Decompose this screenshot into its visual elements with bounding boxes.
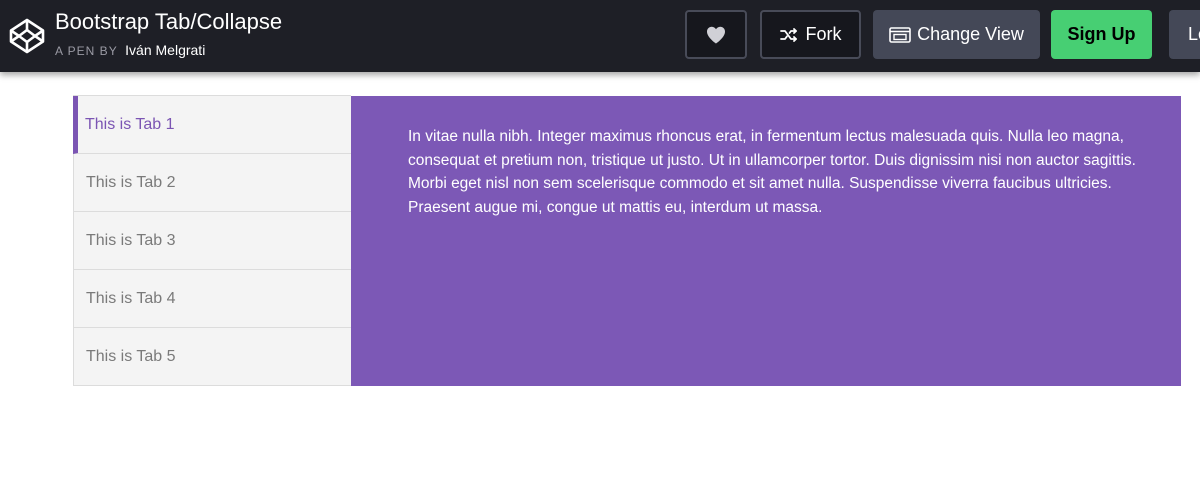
fork-icon <box>779 27 797 42</box>
tab-label: This is Tab 3 <box>86 231 176 249</box>
heart-button[interactable] <box>685 10 747 59</box>
change-view-icon <box>889 26 911 43</box>
log-in-button[interactable]: Log In <box>1169 10 1200 59</box>
tab-1[interactable]: This is Tab 1 <box>73 96 351 154</box>
change-view-button[interactable]: Change View <box>873 10 1040 59</box>
tab-label: This is Tab 4 <box>86 289 176 307</box>
tab-content-text: In vitae nulla nibh. Integer maximus rho… <box>408 128 1136 216</box>
author-link[interactable]: Iván Melgrati <box>125 42 205 58</box>
pen-title: Bootstrap Tab/Collapse <box>55 9 283 34</box>
pen-byline: A PEN BY Iván Melgrati <box>55 41 205 60</box>
sign-up-label: Sign Up <box>1067 24 1136 44</box>
heart-icon <box>707 26 725 43</box>
codepen-logo-icon[interactable] <box>8 17 46 55</box>
pen-header: Bootstrap Tab/Collapse A PEN BY Iván Mel… <box>0 0 1200 72</box>
tab-list: This is Tab 1 This is Tab 2 This is Tab … <box>73 95 351 386</box>
log-in-label: Log In <box>1188 24 1200 44</box>
fork-label: Fork <box>805 24 842 44</box>
tab-4[interactable]: This is Tab 4 <box>74 270 351 328</box>
byline-prefix: A PEN BY <box>55 44 118 58</box>
tab-label: This is Tab 2 <box>86 173 176 191</box>
tab-content-panel: In vitae nulla nibh. Integer maximus rho… <box>351 96 1181 386</box>
tab-2[interactable]: This is Tab 2 <box>74 154 351 212</box>
tab-label: This is Tab 5 <box>86 348 176 365</box>
change-view-label: Change View <box>917 24 1024 44</box>
tab-label: This is Tab 1 <box>85 115 175 133</box>
fork-button[interactable]: Fork <box>760 10 861 59</box>
tab-3[interactable]: This is Tab 3 <box>74 212 351 270</box>
tab-5[interactable]: This is Tab 5 <box>74 328 351 386</box>
sign-up-button[interactable]: Sign Up <box>1051 10 1152 59</box>
